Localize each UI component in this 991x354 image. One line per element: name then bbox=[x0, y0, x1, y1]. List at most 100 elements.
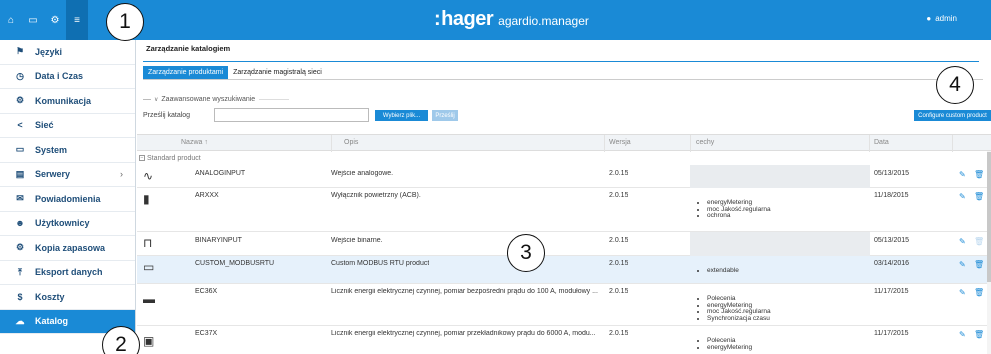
gears-icon[interactable]: ⚙ bbox=[44, 0, 66, 40]
table-row[interactable]: ▮ ARXXX Wyłącznik powietrzny (ACB). 2.0.15 1… bbox=[137, 188, 991, 232]
sidebar-item-network[interactable]: < Sieć bbox=[0, 114, 135, 138]
sidebar-item-costs[interactable]: $ Koszty bbox=[0, 285, 135, 310]
column-header-name[interactable]: Nazwa ↑ bbox=[181, 139, 208, 146]
table-row[interactable]: ∿ ANALOGINPUT Wejście analogowe. 2.0.15 05/1… bbox=[137, 165, 991, 188]
tab-bar: Zarządzanie produktami Zarządzanie magis… bbox=[143, 66, 327, 79]
features-list: extendable bbox=[707, 267, 739, 275]
top-nav: ⌂ ▭ ⚙ ≡ bbox=[0, 0, 88, 40]
table-row[interactable]: ⊓ BINARYINPUT Wejście binarne. 2.0.15 05/13/… bbox=[137, 232, 991, 256]
product-date: 03/14/2016 bbox=[874, 260, 910, 267]
features-list: PoleceniaenergyMeteringmoc Jakość.regula… bbox=[707, 295, 771, 323]
choose-file-button[interactable]: Wybierz plik... bbox=[375, 110, 428, 121]
system-icon: ▭ bbox=[15, 144, 25, 155]
column-header-date[interactable]: Data bbox=[874, 139, 889, 146]
sidebar-item-system[interactable]: ▭ System bbox=[0, 138, 135, 163]
notifications-icon: ✉ bbox=[16, 193, 24, 204]
backup-icon: ⚙ bbox=[15, 242, 25, 253]
sidebar-item-data-export[interactable]: ⤒ Eksport danych bbox=[0, 261, 135, 285]
column-header-version[interactable]: Wersja bbox=[609, 139, 631, 146]
binary-pulse-icon: ⊓ bbox=[143, 236, 153, 250]
page-title: Zarządzanie katalogiem bbox=[146, 44, 231, 53]
product-name: EC36X bbox=[195, 288, 218, 295]
column-header-features[interactable]: cechy bbox=[696, 139, 714, 146]
user-menu[interactable]: ● admin bbox=[926, 14, 957, 23]
delete-icon[interactable]: 🗑 bbox=[974, 288, 984, 297]
date-time-icon: ◷ bbox=[16, 70, 24, 81]
delete-icon: 🗑 bbox=[974, 237, 985, 246]
collapse-icon[interactable]: − bbox=[139, 155, 145, 161]
edit-icon[interactable]: ✎ bbox=[959, 330, 966, 339]
column-header-description[interactable]: Opis bbox=[344, 139, 358, 146]
delete-icon[interactable]: 🗑 bbox=[974, 330, 984, 339]
product-name: BINARYINPUT bbox=[195, 237, 242, 244]
edit-icon[interactable]: ✎ bbox=[959, 192, 966, 201]
sidebar-item-label: Serwery bbox=[35, 169, 71, 180]
edit-icon[interactable]: ✎ bbox=[959, 237, 966, 246]
user-name: admin bbox=[935, 14, 957, 23]
product-date: 11/17/2015 bbox=[874, 288, 909, 295]
callout-4: 4 bbox=[936, 66, 974, 104]
monitor-icon[interactable]: ▭ bbox=[22, 0, 44, 40]
meter-icon: ▣ bbox=[143, 334, 155, 348]
tab-bus-management[interactable]: Zarządzanie magistralą sieci bbox=[228, 66, 327, 79]
group-standard-product[interactable]: − Standard product bbox=[137, 152, 991, 164]
sidebar-item-communication[interactable]: ⚙ Komunikacja bbox=[0, 89, 135, 114]
delete-icon[interactable]: 🗑 bbox=[974, 170, 984, 179]
product-date: 11/17/2015 bbox=[874, 330, 909, 337]
upload-catalog-label: Prześlij katalog bbox=[143, 112, 191, 119]
column-divider bbox=[690, 135, 691, 152]
users-icon: ☻ bbox=[15, 218, 25, 229]
product-version: 2.0.15 bbox=[609, 170, 629, 177]
configure-custom-product-button[interactable]: Configure custom product bbox=[914, 110, 991, 121]
upload-button[interactable]: Prześlij bbox=[432, 110, 458, 121]
table-header: Nazwa ↑ Opis Wersja cechy Data bbox=[137, 134, 991, 152]
sliders-icon[interactable]: ≡ bbox=[66, 0, 88, 40]
product-name: EC37X bbox=[195, 330, 218, 337]
table-row[interactable]: ▣ EC37X Licznik energii elektrycznej czynn… bbox=[137, 326, 991, 354]
sidebar-item-servers[interactable]: ▤ Serwery › bbox=[0, 163, 135, 187]
custom-device-icon: ▭ bbox=[143, 260, 155, 274]
data-export-icon: ⤒ bbox=[18, 266, 22, 277]
breaker-icon: ▮ bbox=[143, 192, 150, 206]
edit-icon[interactable]: ✎ bbox=[959, 260, 966, 269]
sidebar-item-date-time[interactable]: ◷ Data i Czas bbox=[0, 65, 135, 89]
edit-icon[interactable]: ✎ bbox=[959, 170, 966, 179]
product-date: 05/13/2015 bbox=[874, 237, 910, 244]
sidebar-item-label: System bbox=[35, 144, 68, 155]
product-version: 2.0.15 bbox=[609, 192, 629, 199]
advanced-search-toggle[interactable]: ∨ Zaawansowane wyszukiwanie bbox=[143, 96, 290, 103]
delete-icon[interactable]: 🗑 bbox=[974, 192, 984, 201]
feature-item: ochrona bbox=[707, 212, 771, 220]
upload-catalog-input[interactable] bbox=[214, 108, 369, 122]
table-row[interactable]: ▬ EC36X Licznik energii elektrycznej czynn… bbox=[137, 284, 991, 326]
feature-item: Synchronizacja czasu bbox=[707, 315, 771, 323]
sidebar-item-label: Języki bbox=[35, 46, 63, 57]
edit-icon[interactable]: ✎ bbox=[959, 288, 966, 297]
column-divider bbox=[331, 135, 332, 152]
app-logo: :hager agardio.manager bbox=[434, 8, 589, 31]
features-list: PoleceniaenergyMetering bbox=[707, 337, 752, 352]
tab-product-management[interactable]: Zarządzanie produktami bbox=[143, 66, 229, 79]
app-name: agardio.manager bbox=[498, 14, 589, 28]
sidebar-item-backup[interactable]: ⚙ Kopia zapasowa bbox=[0, 236, 135, 261]
sidebar-item-users[interactable]: ☻ Użytkownicy bbox=[0, 212, 135, 236]
sidebar-item-label: Powiadomienia bbox=[35, 193, 101, 204]
feature-item: energyMetering bbox=[707, 344, 752, 352]
sidebar-item-languages[interactable]: ⚑ Języki bbox=[0, 40, 135, 65]
home-icon[interactable]: ⌂ bbox=[0, 0, 22, 40]
tab-divider bbox=[143, 79, 983, 80]
scrollbar-thumb[interactable] bbox=[987, 152, 991, 282]
delete-icon[interactable]: 🗑 bbox=[974, 260, 984, 269]
main-content: Zarządzanie katalogiem Zarządzanie produ… bbox=[137, 40, 991, 354]
product-description: Wejście analogowe. bbox=[331, 170, 394, 177]
legend-line bbox=[259, 99, 290, 100]
column-divider bbox=[869, 135, 870, 152]
product-version: 2.0.15 bbox=[609, 288, 629, 295]
costs-icon: $ bbox=[17, 291, 23, 302]
product-name: ARXXX bbox=[195, 192, 219, 199]
languages-icon: ⚑ bbox=[15, 46, 25, 57]
table-row[interactable]: ▭ CUSTOM_MODBUSRTU Custom MODBUS RTU produ… bbox=[137, 256, 991, 284]
servers-icon: ▤ bbox=[15, 168, 25, 179]
sidebar-item-notifications[interactable]: ✉ Powiadomienia bbox=[0, 187, 135, 212]
sidebar-item-label: Katalog bbox=[35, 316, 69, 327]
